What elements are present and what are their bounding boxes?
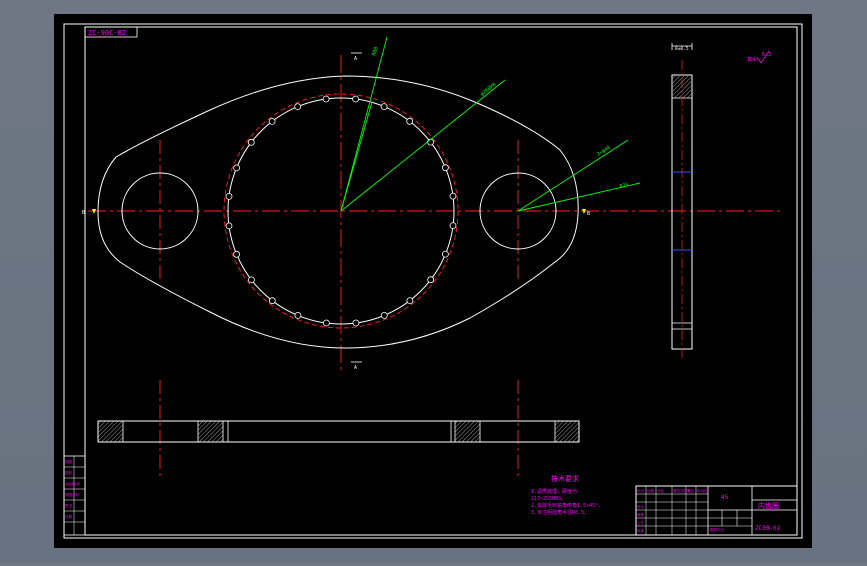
section-hatch-2 <box>197 420 224 443</box>
cad-viewport[interactable]: ZC-90C-02 R80 φ260H8 2×φ46 R25 A A B B 8… <box>0 0 867 562</box>
section-hatch-4 <box>554 420 580 443</box>
drawing-no-text: ZC09-02 <box>755 525 781 532</box>
gear-tooth-notch <box>294 311 302 319</box>
svg-text:审核: 审核 <box>637 512 645 517</box>
view-mark-right: B <box>587 211 590 217</box>
gear-tooth-notch <box>449 192 457 200</box>
gear-tooth-notch <box>449 222 457 230</box>
revision-label-5: 签字 <box>65 503 72 508</box>
gear-tooth-notch <box>406 297 414 305</box>
section-hatch-1 <box>97 420 124 443</box>
gear-tooth-notch <box>380 311 388 319</box>
gear-tooth-notch <box>406 117 414 125</box>
thickness-dim: 8±0.5 <box>675 46 689 52</box>
section-hatch-3 <box>454 420 481 443</box>
svg-text:工艺: 工艺 <box>637 520 645 525</box>
scale-label: 图样标记 <box>710 527 724 532</box>
gear-tooth-notch <box>225 192 233 200</box>
tech-req-line-3: 2.去除毛刺锐角倒角1.5×45°。 <box>531 502 603 509</box>
gear-tooth-notch <box>233 164 241 172</box>
revision-label-2: 描校 <box>65 470 72 475</box>
section-mark-bottom: A <box>354 365 357 371</box>
gear-tooth-notch <box>225 222 233 230</box>
gear-tooth-notch <box>380 103 388 110</box>
svg-text:年月日: 年月日 <box>697 488 708 493</box>
svg-text:签名: 签名 <box>687 488 694 493</box>
gear-tooth-notch <box>247 138 255 146</box>
gear-tooth-notch <box>441 250 449 258</box>
gear-tooth-notch <box>352 319 360 327</box>
tech-req-line-4: 3.未注明圆角半径R0.5。 <box>531 509 589 516</box>
tech-req-line-1: 1.调质处理，硬度为 <box>531 488 577 495</box>
revision-label-1: 描图 <box>65 459 72 464</box>
roughness-note: 其余 <box>747 56 757 63</box>
revision-label-3: 旧底图总号 <box>65 481 80 486</box>
material-text: 45 <box>721 494 729 501</box>
svg-text:分区: 分区 <box>657 488 665 493</box>
revision-label-6: 日期 <box>65 514 72 519</box>
section-mark-top: A <box>354 56 357 62</box>
gear-tooth-notch <box>233 250 241 258</box>
tech-req-title: 技术要求 <box>551 474 579 483</box>
revision-label-4: 底图总号 <box>65 492 79 497</box>
gear-tooth-notch <box>247 276 255 284</box>
gear-tooth-notch <box>294 103 302 110</box>
gear-tooth-notch <box>322 319 330 327</box>
corner-code-text: ZC-90C-02 <box>88 29 126 37</box>
gear-tooth-notch <box>352 95 360 103</box>
svg-text:设计: 设计 <box>637 504 645 509</box>
gear-tooth-notch <box>268 118 276 125</box>
gear-tooth-notch <box>427 276 435 284</box>
gear-tooth-notch <box>441 164 449 172</box>
svg-text:标记: 标记 <box>637 488 645 493</box>
svg-text:批准: 批准 <box>637 528 645 533</box>
view-mark-left: B <box>82 210 85 216</box>
tech-req-line-2: 217~255HBS。 <box>531 496 566 502</box>
gear-tooth-notch <box>322 95 330 103</box>
svg-text:处数: 处数 <box>647 488 655 493</box>
gear-tooth-notch <box>268 297 276 305</box>
part-name-text: 内齿圈 <box>758 501 779 510</box>
